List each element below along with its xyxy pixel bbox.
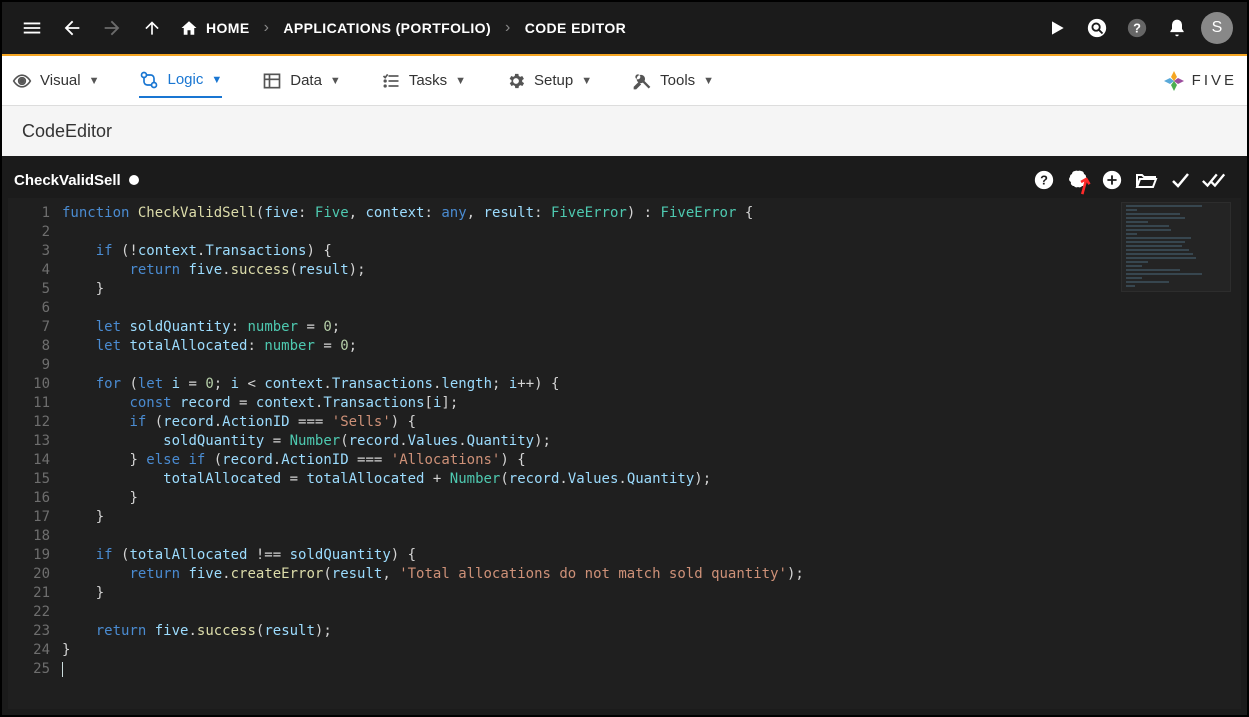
double-check-icon[interactable] xyxy=(1197,163,1231,197)
tab-logic[interactable]: Logic ▼ xyxy=(139,70,222,98)
chevron-right-icon: › xyxy=(264,19,270,37)
add-icon[interactable] xyxy=(1095,163,1129,197)
help-circle-icon[interactable]: ? xyxy=(1027,163,1061,197)
open-folder-icon[interactable] xyxy=(1129,163,1163,197)
help-icon[interactable]: ? xyxy=(1117,8,1157,48)
crumb-code-editor-label: CODE EDITOR xyxy=(525,20,626,36)
search-icon[interactable] xyxy=(1077,8,1117,48)
dirty-dot-icon xyxy=(129,175,139,185)
tab-data[interactable]: Data ▼ xyxy=(262,71,341,91)
tab-logic-label: Logic xyxy=(167,71,203,88)
tab-data-label: Data xyxy=(290,72,322,89)
avatar-letter: S xyxy=(1212,19,1223,37)
svg-text:?: ? xyxy=(1133,21,1141,36)
chevron-down-icon: ▼ xyxy=(330,75,341,87)
editor-tab-label: CheckValidSell xyxy=(14,172,121,189)
code-lines[interactable]: function CheckValidSell(five: Five, cont… xyxy=(60,198,1241,709)
brand-label: FIVE xyxy=(1192,72,1237,89)
minimap[interactable] xyxy=(1121,202,1231,292)
crumb-code-editor[interactable]: CODE EDITOR xyxy=(525,20,626,36)
chevron-down-icon: ▼ xyxy=(89,75,100,87)
chevron-down-icon: ▼ xyxy=(703,75,714,87)
back-icon[interactable] xyxy=(52,8,92,48)
brand-logo: FIVE xyxy=(1162,69,1237,93)
avatar[interactable]: S xyxy=(1197,8,1237,48)
tab-tasks[interactable]: Tasks ▼ xyxy=(381,71,466,91)
page-title: CodeEditor xyxy=(22,121,112,142)
tab-setup[interactable]: Setup ▼ xyxy=(506,71,592,91)
breadcrumb: HOME › APPLICATIONS (PORTFOLIO) › CODE E… xyxy=(180,19,626,37)
crumb-home-label: HOME xyxy=(206,20,250,36)
chevron-down-icon: ▼ xyxy=(455,75,466,87)
chevron-right-icon: › xyxy=(505,19,511,37)
crumb-applications-label: APPLICATIONS (PORTFOLIO) xyxy=(283,20,491,36)
tab-setup-label: Setup xyxy=(534,72,573,89)
chevron-down-icon: ▼ xyxy=(211,74,222,86)
crumb-home[interactable]: HOME xyxy=(180,19,250,37)
code-editor[interactable]: 1234567891011121314151617181920212223242… xyxy=(8,198,1241,709)
line-gutter: 1234567891011121314151617181920212223242… xyxy=(8,198,60,709)
editor-tab[interactable]: CheckValidSell xyxy=(14,172,139,189)
hamburger-icon[interactable] xyxy=(12,8,52,48)
tab-tools-label: Tools xyxy=(660,72,695,89)
tab-tools[interactable]: Tools ▼ xyxy=(632,71,714,91)
run-icon[interactable] xyxy=(1037,8,1077,48)
tab-visual[interactable]: Visual ▼ xyxy=(12,71,99,91)
up-icon[interactable] xyxy=(132,8,172,48)
check-icon[interactable]: ↗ xyxy=(1163,163,1197,197)
tab-visual-label: Visual xyxy=(40,72,81,89)
forward-icon xyxy=(92,8,132,48)
bell-icon[interactable] xyxy=(1157,8,1197,48)
chevron-down-icon: ▼ xyxy=(581,75,592,87)
svg-text:?: ? xyxy=(1040,173,1048,188)
tab-tasks-label: Tasks xyxy=(409,72,447,89)
crumb-applications[interactable]: APPLICATIONS (PORTFOLIO) xyxy=(283,20,491,36)
